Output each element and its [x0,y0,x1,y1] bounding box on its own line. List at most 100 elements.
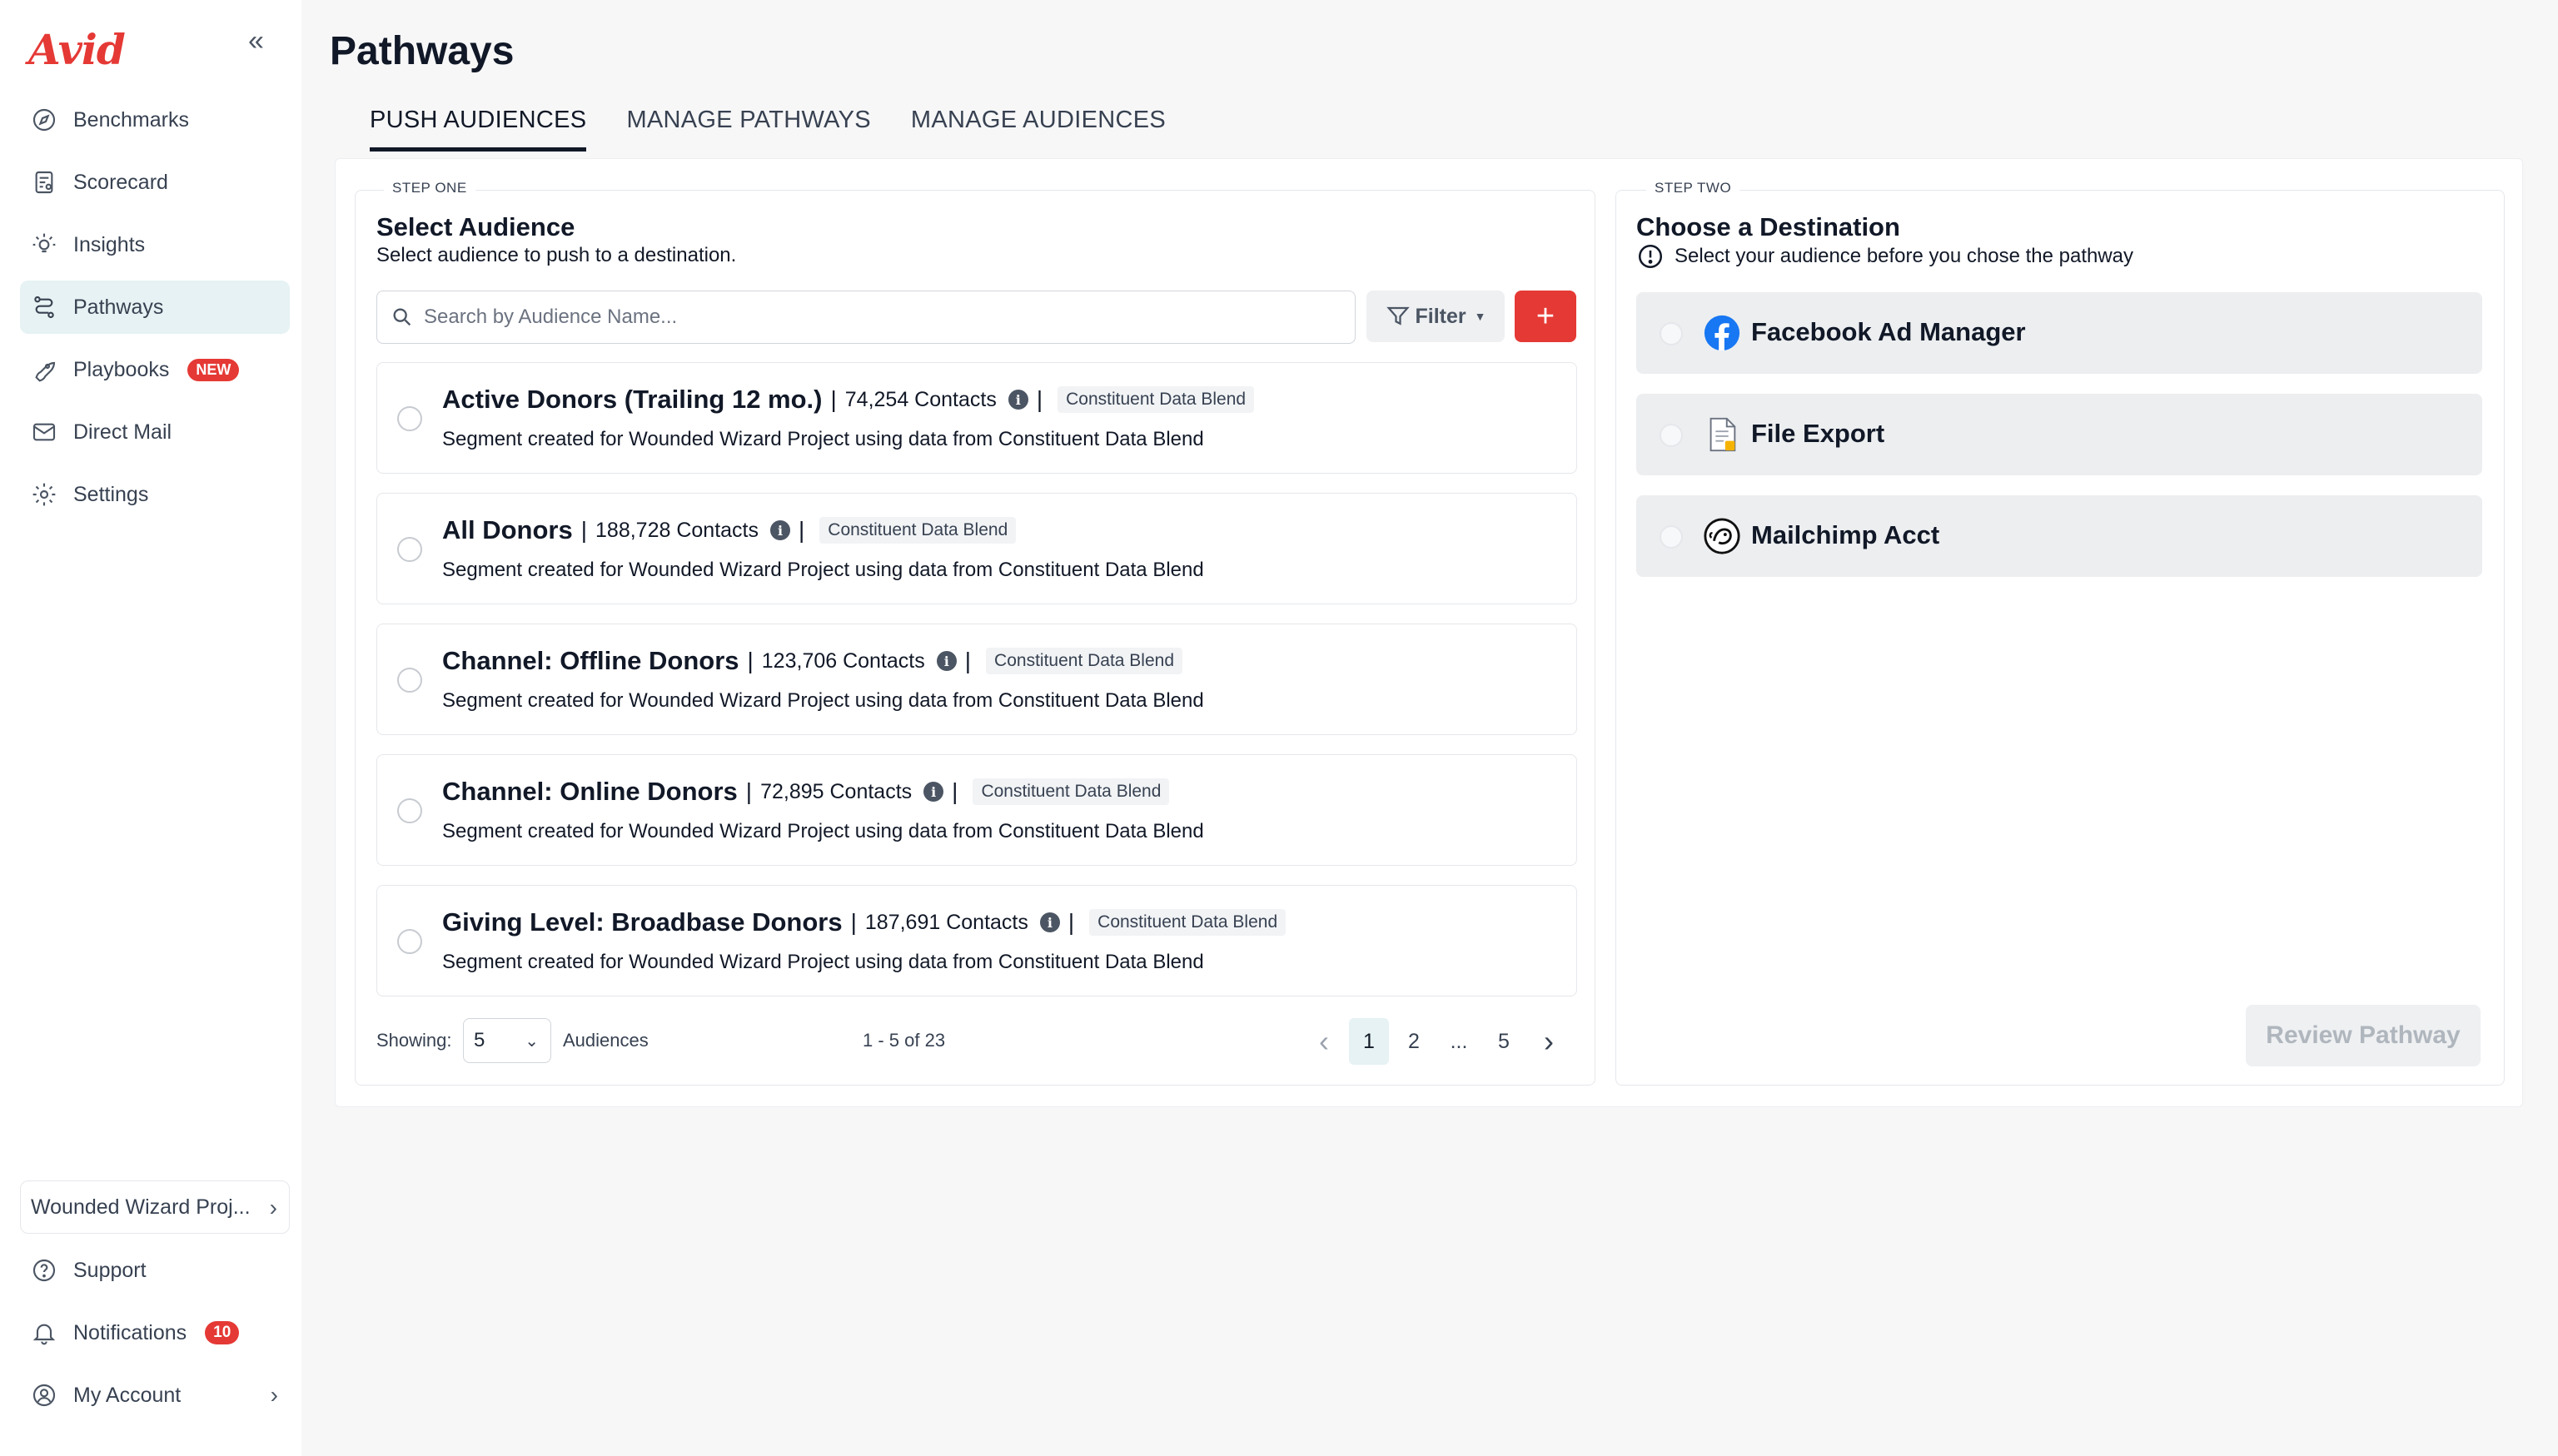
audience-name: Giving Level: Broadbase Donors [442,907,843,937]
audience-row[interactable]: Channel: Online Donors | 72,895 Contacts… [376,754,1577,866]
file-export-icon [1709,417,1736,452]
audience-radio[interactable] [397,798,422,823]
audience-contacts: 187,691 Contacts [864,910,1028,934]
info-icon[interactable]: i [936,651,957,671]
sidebar: Avid « Benchmarks Scorecard Insights Pat… [0,0,301,1456]
sidebar-item-direct-mail[interactable]: Direct Mail [20,405,290,459]
compass-icon [30,106,58,134]
tab-push-audiences[interactable]: PUSH AUDIENCES [370,107,587,152]
page-links: ‹ 1 2 ... 5 › [1304,1018,1569,1065]
tab-bar: PUSH AUDIENCES MANAGE PATHWAYS MANAGE AU… [370,107,1166,152]
audience-description: Segment created for Wounded Wizard Proje… [442,951,1204,973]
step-two-tag: STEP TWO [1646,180,1740,196]
next-page-icon[interactable]: › [1529,1018,1569,1065]
destination-option[interactable]: File Export [1636,394,2482,475]
double-chevron-left-icon[interactable]: « [248,25,264,57]
separator: | [799,517,805,543]
page-link[interactable]: 5 [1484,1018,1524,1065]
showing-label: Showing: [376,1030,452,1051]
info-icon[interactable]: i [923,782,944,802]
separator: | [580,517,588,543]
audience-name: All Donors [442,515,573,544]
step-one-title: Select Audience [376,212,575,241]
audience-row[interactable]: Channel: Offline Donors | 123,706 Contac… [376,624,1577,735]
scorecard-icon [30,168,58,196]
sidebar-item-pathways[interactable]: Pathways [20,281,290,334]
destination-label: Facebook Ad Manager [1751,317,2026,346]
audience-contacts: 123,706 Contacts [761,648,925,673]
destination-radio[interactable] [1660,424,1683,447]
org-name: Wounded Wizard Proj... [31,1195,251,1219]
source-tag: Constituent Data Blend [1058,386,1255,413]
sidebar-item-label: Benchmarks [73,107,189,132]
source-tag: Constituent Data Blend [1089,909,1286,936]
sidebar-item-insights[interactable]: Insights [20,218,290,271]
audience-radio[interactable] [397,406,422,431]
filter-button[interactable]: Filter ▼ [1366,291,1505,342]
page-ellipsis: ... [1450,1029,1468,1053]
search-icon [393,308,411,326]
sidebar-item-label: Notifications [73,1320,187,1344]
mailchimp-icon [1704,518,1740,554]
source-tag: Constituent Data Blend [986,648,1183,674]
separator: | [745,778,753,804]
sidebar-item-playbooks[interactable]: Playbooks NEW [20,343,290,396]
destination-option[interactable]: Facebook Ad Manager [1636,292,2482,374]
destination-label: File Export [1751,419,1885,448]
info-icon[interactable]: i [1008,390,1028,410]
separator: | [1036,386,1043,412]
page-size-select[interactable]: 5 ⌄ [463,1018,551,1063]
sidebar-item-notifications[interactable]: Notifications 10 [20,1306,290,1359]
step-one-subtitle: Select audience to push to a destination… [376,244,737,266]
sidebar-item-settings[interactable]: Settings [20,468,290,521]
destination-list: Facebook Ad Manager File Export Mailchim… [1636,292,2482,597]
help-circle-icon [30,1256,58,1285]
audience-row[interactable]: All Donors | 188,728 Contacts i | Consti… [376,493,1577,604]
audience-description: Segment created for Wounded Wizard Proje… [442,559,1204,581]
info-icon[interactable]: i [770,520,790,540]
audience-row[interactable]: Active Donors (Trailing 12 mo.) | 74,254… [376,362,1577,474]
sidebar-item-benchmarks[interactable]: Benchmarks [20,93,290,147]
tab-manage-audiences[interactable]: MANAGE AUDIENCES [911,107,1166,152]
audience-contacts: 74,254 Contacts [844,387,997,411]
sidebar-item-support[interactable]: Support [20,1244,290,1297]
tab-manage-pathways[interactable]: MANAGE PATHWAYS [626,107,870,152]
sidebar-item-label: Pathways [73,295,164,319]
filter-label: Filter [1415,304,1466,328]
page-link[interactable]: 2 [1394,1018,1434,1065]
sidebar-item-label: Direct Mail [73,420,172,444]
caret-down-icon: ▼ [1474,310,1486,323]
organization-switcher[interactable]: Wounded Wizard Proj... › [20,1180,290,1234]
review-pathway-button[interactable]: Review Pathway [2246,1005,2481,1066]
destination-radio[interactable] [1660,322,1683,345]
audiences-label: Audiences [563,1030,649,1051]
audience-radio[interactable] [397,537,422,562]
step-two-subtitle-row: Select your audience before you chose th… [1636,242,2133,271]
info-icon[interactable]: i [1039,912,1060,932]
audience-name: Channel: Online Donors [442,777,738,806]
sidebar-item-label: Settings [73,482,149,506]
sidebar-item-label: Scorecard [73,170,168,194]
audience-search-input[interactable] [424,306,1340,329]
destination-radio[interactable] [1660,525,1683,549]
gear-icon [30,480,58,509]
page-title: Pathways [330,29,515,73]
step-two-title: Choose a Destination [1636,212,1900,241]
add-audience-button[interactable]: + [1515,291,1576,342]
sidebar-item-my-account[interactable]: My Account › [20,1369,290,1422]
bell-icon [30,1319,58,1347]
prev-page-icon[interactable]: ‹ [1304,1018,1344,1065]
page-link[interactable]: 1 [1349,1018,1389,1065]
mail-icon [30,418,58,446]
audience-radio[interactable] [397,929,422,954]
destination-option[interactable]: Mailchimp Acct [1636,495,2482,577]
source-tag: Constituent Data Blend [819,517,1017,544]
separator: | [850,909,857,935]
step-two-subtitle: Select your audience before you chose th… [1675,245,2134,267]
avid-logo[interactable]: Avid [28,25,126,74]
sidebar-item-scorecard[interactable]: Scorecard [20,156,290,209]
chevron-right-icon: › [269,1195,277,1220]
audience-search-box[interactable] [376,291,1356,344]
audience-row[interactable]: Giving Level: Broadbase Donors | 187,691… [376,885,1577,996]
audience-radio[interactable] [397,668,422,693]
